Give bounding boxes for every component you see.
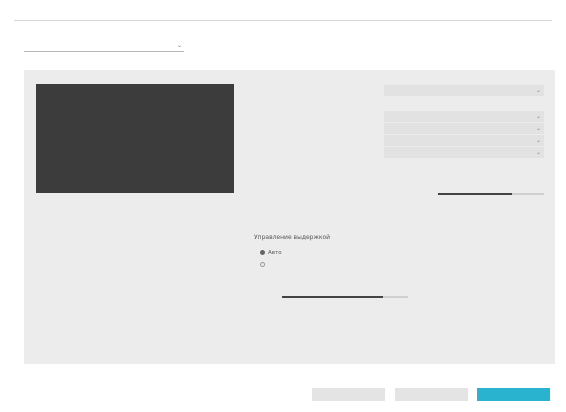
row-label-4 bbox=[234, 125, 382, 133]
row-label-1 bbox=[234, 87, 382, 95]
info-line-2 bbox=[371, 44, 541, 52]
title-divider bbox=[14, 20, 552, 21]
footer-button-2[interactable] bbox=[395, 388, 468, 401]
radio-auto[interactable]: Авто bbox=[260, 249, 380, 258]
manual-slider[interactable] bbox=[282, 296, 408, 298]
chevron-down-icon: ⌄ bbox=[535, 125, 541, 132]
chevron-down-icon: ⌄ bbox=[535, 87, 541, 94]
radio-auto-label: Авто bbox=[268, 250, 282, 256]
radio-dot-selected-icon bbox=[260, 250, 265, 255]
main-slider-fill bbox=[438, 193, 513, 195]
radio-dot-icon bbox=[260, 262, 265, 267]
chevron-down-icon: ⌄ bbox=[535, 113, 541, 120]
row-label-5 bbox=[234, 137, 382, 145]
row-select-6[interactable]: ⌄ bbox=[384, 147, 544, 158]
manual-slider-value bbox=[413, 293, 453, 301]
page-title bbox=[14, 9, 54, 18]
info-line-1 bbox=[371, 35, 541, 43]
chevron-down-icon: ⌄ bbox=[176, 42, 182, 49]
footer-button-1[interactable] bbox=[312, 388, 385, 401]
row-label-2 bbox=[234, 100, 382, 108]
chevron-down-icon: ⌄ bbox=[535, 149, 541, 156]
footer-button-3[interactable] bbox=[477, 388, 550, 401]
settings-panel: ⌄ ⌄ ⌄ ⌄ ⌄ Управление выдержкой Авто bbox=[24, 70, 555, 364]
top-select[interactable]: ⌄ bbox=[24, 41, 184, 52]
row-label-6 bbox=[234, 149, 382, 157]
row-select-1[interactable]: ⌄ bbox=[384, 85, 544, 96]
video-preview bbox=[36, 84, 234, 193]
row-select-4[interactable]: ⌄ bbox=[384, 123, 544, 134]
row-select-3[interactable]: ⌄ bbox=[384, 111, 544, 122]
row-label-7 bbox=[234, 163, 382, 171]
radio-manual[interactable] bbox=[260, 261, 380, 270]
main-slider[interactable] bbox=[438, 193, 544, 195]
main-slider-value bbox=[398, 189, 428, 197]
row-select-5[interactable]: ⌄ bbox=[384, 135, 544, 146]
chevron-down-icon: ⌄ bbox=[535, 137, 541, 144]
exposure-heading: Управление выдержкой bbox=[254, 234, 331, 241]
row-label-3 bbox=[234, 113, 382, 121]
manual-slider-fill bbox=[282, 296, 383, 298]
